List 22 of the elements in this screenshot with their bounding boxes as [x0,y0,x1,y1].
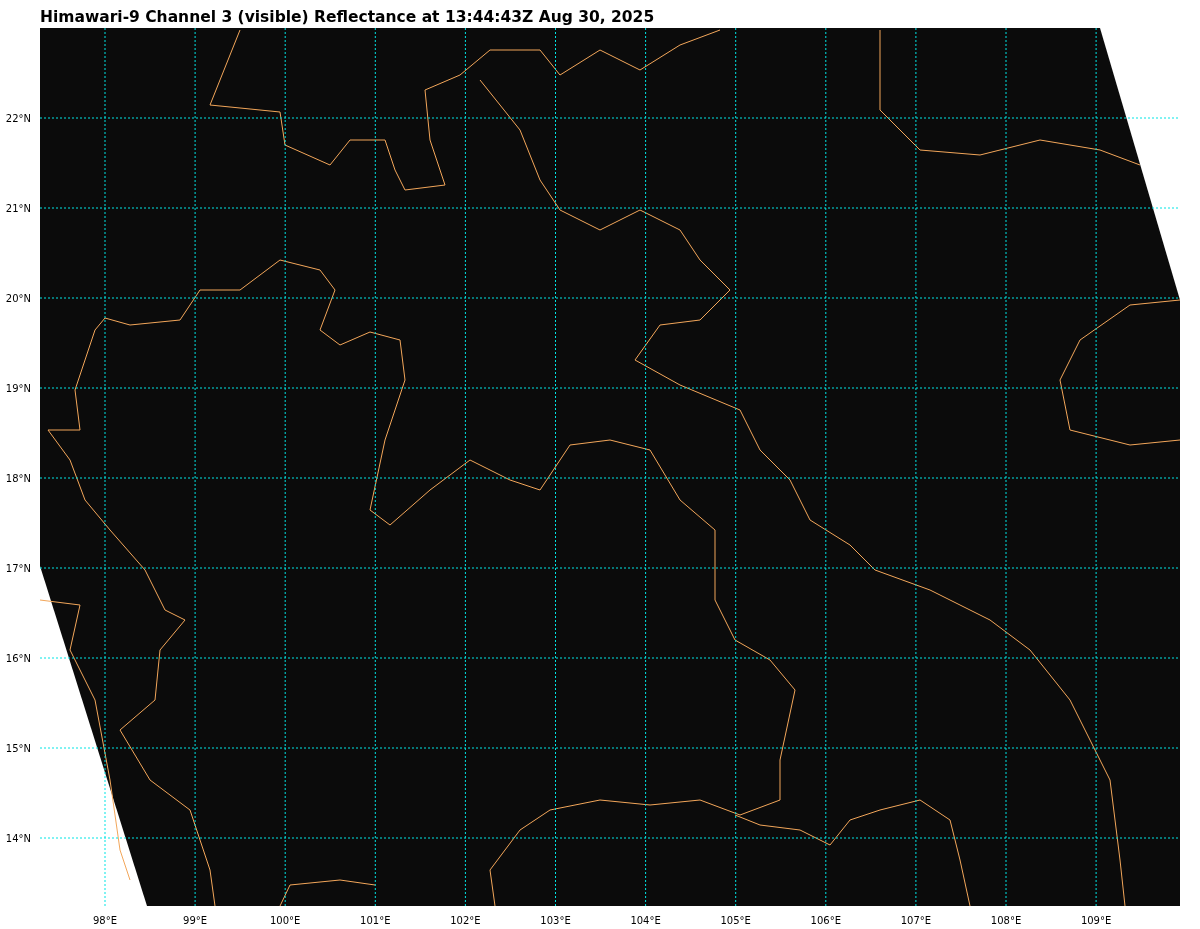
longitude-label: 108°E [990,915,1022,926]
latitude-label: 15°N [5,743,31,754]
figure-title: Himawari-9 Channel 3 (visible) Reflectance at 13:44:43Z Aug 30, 2025 [39,7,656,24]
latitude-label: 16°N [5,653,31,664]
longitude-label: 102°E [450,915,481,926]
latitude-label: 22°N [5,113,31,124]
longitude-label: 101°E [360,915,391,926]
latitude-label: 19°N [5,383,31,394]
longitude-label: 100°E [270,915,301,926]
longitude-label: 103°E [540,915,571,926]
longitude-label: 109°E [1080,915,1112,926]
latitude-label: 17°N [5,563,31,574]
latitude-label: 18°N [5,473,31,484]
longitude-label: 107°E [900,915,932,926]
longitude-label: 106°E [810,915,841,926]
latitude-label: 21°N [5,203,31,214]
latitude-label: 20°N [5,293,31,304]
longitude-label: 98°E [93,915,117,926]
latitude-label: 14°N [5,833,31,844]
longitude-label: 104°E [630,915,661,926]
longitude-label: 99°E [183,915,208,926]
longitude-label: 105°E [720,915,751,926]
